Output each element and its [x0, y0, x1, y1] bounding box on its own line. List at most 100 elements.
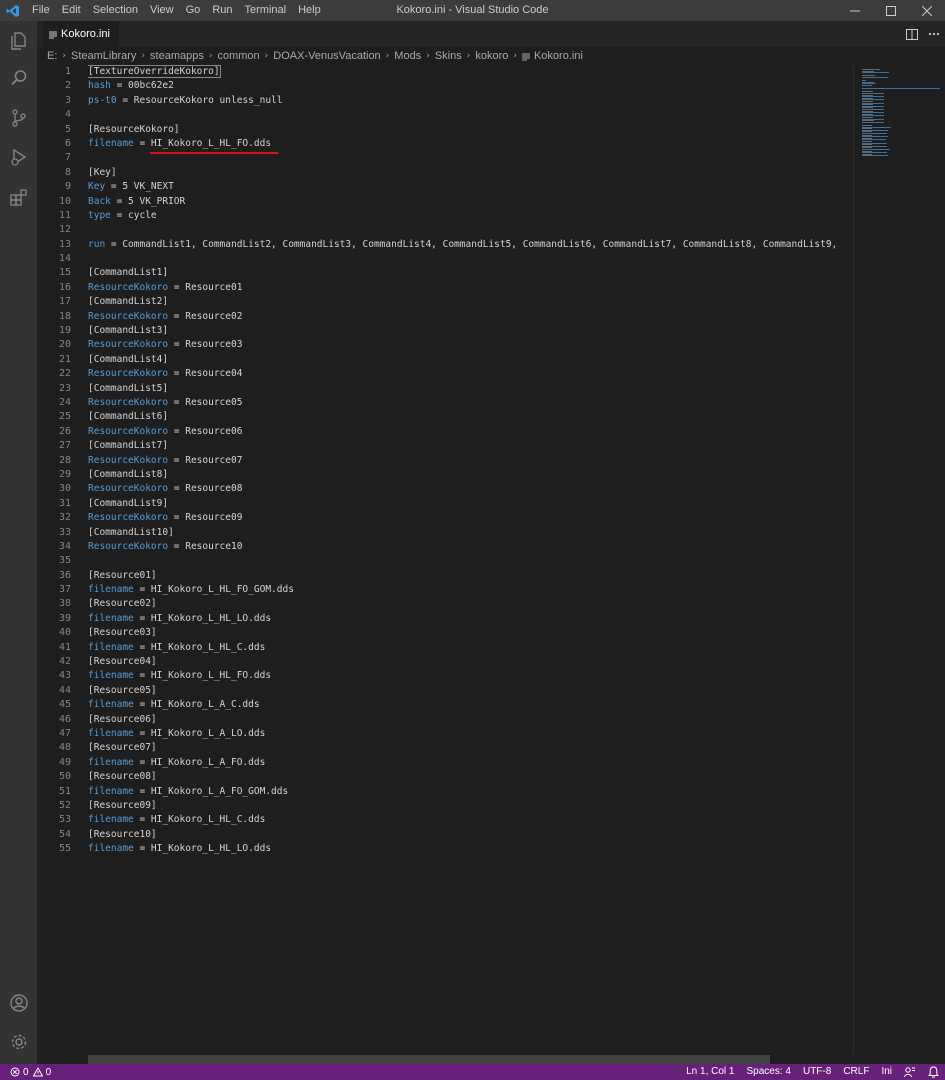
code-line[interactable]: [Resource10]: [88, 828, 853, 842]
code-line[interactable]: [CommandList1]: [88, 266, 853, 280]
line-number: 3: [64, 94, 71, 106]
code-line[interactable]: ResourceKokoro = Resource01: [88, 281, 853, 295]
code-line[interactable]: [ResourceKokoro]: [88, 123, 853, 137]
code-line[interactable]: [CommandList10]: [88, 526, 853, 540]
breadcrumb-item[interactable]: kokoro: [475, 50, 508, 62]
code-line[interactable]: ResourceKokoro = Resource02: [88, 310, 853, 324]
code-line[interactable]: filename = HI_Kokoro_L_HL_FO_GOM.dds: [88, 583, 853, 597]
code-line[interactable]: filename = HI_Kokoro_L_A_LO.dds: [88, 727, 853, 741]
code-line[interactable]: [CommandList2]: [88, 295, 853, 309]
run-debug-icon[interactable]: [0, 139, 37, 175]
code-line[interactable]: [Resource09]: [88, 799, 853, 813]
code-line[interactable]: ResourceKokoro = Resource07: [88, 454, 853, 468]
end-of-line[interactable]: CRLF: [837, 1064, 875, 1080]
explorer-icon[interactable]: [0, 23, 37, 59]
horizontal-scrollbar[interactable]: [88, 1055, 770, 1064]
code-line[interactable]: [Resource06]: [88, 713, 853, 727]
breadcrumb-file[interactable]: Kokoro.ini: [534, 50, 583, 62]
code-line[interactable]: [Resource03]: [88, 626, 853, 640]
language-mode[interactable]: Ini: [875, 1064, 898, 1080]
split-editor-icon[interactable]: [901, 21, 923, 47]
breadcrumb-item[interactable]: Skins: [435, 50, 462, 62]
extensions-icon[interactable]: [0, 179, 37, 215]
code-line[interactable]: [CommandList7]: [88, 439, 853, 453]
menu-terminal[interactable]: Terminal: [239, 0, 293, 21]
menu-view[interactable]: View: [144, 0, 180, 21]
code-line[interactable]: [88, 554, 853, 568]
code-line[interactable]: [Resource02]: [88, 597, 853, 611]
source-control-icon[interactable]: [0, 100, 37, 136]
menu-file[interactable]: File: [26, 0, 56, 21]
feedback-icon[interactable]: [898, 1066, 922, 1078]
code-line[interactable]: [Resource05]: [88, 684, 853, 698]
code-line[interactable]: type = cycle: [88, 209, 853, 223]
maximize-button[interactable]: [873, 0, 909, 21]
code-line[interactable]: filename = HI_Kokoro_L_A_FO.dds: [88, 756, 853, 770]
code-line[interactable]: [TextureOverrideKokoro]: [88, 65, 853, 79]
code-line[interactable]: Key = 5 VK_NEXT: [88, 180, 853, 194]
code-line[interactable]: [CommandList9]: [88, 497, 853, 511]
menu-selection[interactable]: Selection: [87, 0, 144, 21]
menu-edit[interactable]: Edit: [56, 0, 87, 21]
code-editor[interactable]: 1 2 3 4 5 6 7 8 9 10 11 12 13 14 15 16 17 18 19 20 21 22 23 24 2…: [37, 65, 853, 1055]
code-line[interactable]: [88, 252, 853, 266]
account-icon[interactable]: [0, 985, 37, 1021]
code-line[interactable]: [CommandList4]: [88, 353, 853, 367]
code-line[interactable]: [Resource07]: [88, 741, 853, 755]
code-line[interactable]: filename = HI_Kokoro_L_HL_C.dds: [88, 641, 853, 655]
line-number: 45: [58, 699, 71, 711]
code-line[interactable]: [88, 223, 853, 237]
code-line[interactable]: filename = HI_Kokoro_L_HL_C.dds: [88, 813, 853, 827]
code-line[interactable]: ResourceKokoro = Resource04: [88, 367, 853, 381]
indentation[interactable]: Spaces: 4: [740, 1064, 796, 1080]
code-line[interactable]: [88, 108, 853, 122]
code-line[interactable]: Back = 5 VK_PRIOR: [88, 195, 853, 209]
code-line[interactable]: [CommandList6]: [88, 410, 853, 424]
code-line[interactable]: filename = HI_Kokoro_L_HL_FO.dds: [88, 669, 853, 683]
code-line[interactable]: [Resource04]: [88, 655, 853, 669]
code-area[interactable]: [TextureOverrideKokoro] hash = 00bc62e2 ps…: [88, 65, 853, 856]
code-line[interactable]: ResourceKokoro = Resource10: [88, 540, 853, 554]
code-line[interactable]: [CommandList5]: [88, 382, 853, 396]
code-line[interactable]: [Key]: [88, 166, 853, 180]
code-line[interactable]: ResourceKokoro = Resource06: [88, 425, 853, 439]
code-line[interactable]: [Resource01]: [88, 569, 853, 583]
breadcrumb-item[interactable]: SteamLibrary: [71, 50, 136, 62]
code-line[interactable]: [CommandList3]: [88, 324, 853, 338]
code-line[interactable]: filename = HI_Kokoro_L_A_FO_GOM.dds: [88, 785, 853, 799]
minimize-button[interactable]: [837, 0, 873, 21]
code-line[interactable]: filename = HI_Kokoro_L_HL_LO.dds: [88, 612, 853, 626]
problems-indicator[interactable]: 0 0: [0, 1067, 51, 1078]
breadcrumb-item[interactable]: steamapps: [150, 50, 204, 62]
code-line[interactable]: filename = HI_Kokoro_L_A_C.dds: [88, 698, 853, 712]
code-line[interactable]: ResourceKokoro = Resource08: [88, 482, 853, 496]
code-line[interactable]: ps-t0 = ResourceKokoro unless_null: [88, 94, 853, 108]
tab-label: Kokoro.ini: [61, 28, 110, 40]
bell-icon[interactable]: [922, 1066, 945, 1078]
code-line[interactable]: filename = HI_Kokoro_L_HL_LO.dds: [88, 842, 853, 856]
search-icon[interactable]: [0, 60, 37, 96]
code-line[interactable]: ResourceKokoro = Resource05: [88, 396, 853, 410]
breadcrumb-item[interactable]: E:: [47, 50, 57, 62]
more-actions-icon[interactable]: [923, 21, 945, 47]
encoding[interactable]: UTF-8: [797, 1064, 837, 1080]
code-line[interactable]: filename = HI_Kokoro_L_HL_FO.dds: [88, 137, 853, 151]
breadcrumb-item[interactable]: common: [217, 50, 259, 62]
code-line[interactable]: ResourceKokoro = Resource03: [88, 338, 853, 352]
minimap[interactable]: [853, 65, 945, 1055]
menu-run[interactable]: Run: [206, 0, 238, 21]
minimap-line: [862, 121, 884, 123]
close-button[interactable]: [909, 0, 945, 21]
cursor-position[interactable]: Ln 1, Col 1: [680, 1064, 740, 1080]
code-line[interactable]: hash = 00bc62e2: [88, 79, 853, 93]
code-line[interactable]: run = CommandList1, CommandList2, Comman…: [88, 238, 853, 252]
breadcrumb-item[interactable]: Mods: [394, 50, 421, 62]
menu-go[interactable]: Go: [180, 0, 207, 21]
tab-kokoro-ini[interactable]: Kokoro.ini: [43, 21, 119, 47]
code-line[interactable]: [CommandList8]: [88, 468, 853, 482]
code-line[interactable]: ResourceKokoro = Resource09: [88, 511, 853, 525]
settings-gear-icon[interactable]: [0, 1024, 37, 1060]
menu-help[interactable]: Help: [292, 0, 327, 21]
breadcrumb-item[interactable]: DOAX-VenusVacation: [273, 50, 380, 62]
code-line[interactable]: [Resource08]: [88, 770, 853, 784]
